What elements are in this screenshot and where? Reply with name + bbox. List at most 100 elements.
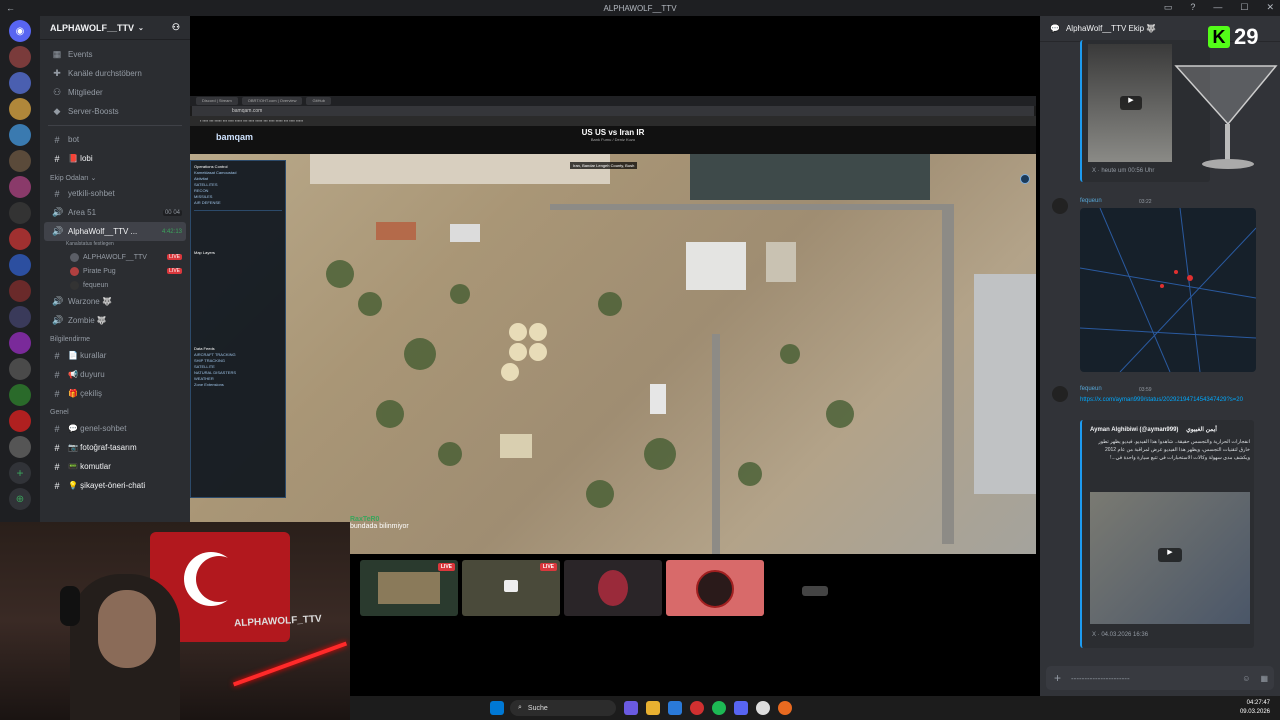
map-control-panel[interactable]: Operations Control Kameklasat Camoustad …: [190, 160, 286, 498]
map-zoom-icon[interactable]: [1020, 174, 1030, 184]
satellite-map[interactable]: Iran, Bandar Lengeh County, Bush: [190, 154, 1036, 554]
avatar: [70, 280, 79, 290]
channel-kurallar[interactable]: # 📄 kurallar: [40, 346, 190, 365]
voice-user[interactable]: Pirate Pug LIVE: [40, 264, 190, 278]
firefox-icon[interactable]: [778, 701, 792, 715]
server-icon[interactable]: [9, 72, 31, 94]
channel-cekilis[interactable]: # 🎁 çekiliş: [40, 384, 190, 403]
opera-icon[interactable]: [690, 701, 704, 715]
file-explorer-icon[interactable]: [646, 701, 660, 715]
server-icon[interactable]: [9, 176, 31, 198]
embed-image[interactable]: ▶: [1090, 492, 1250, 624]
spotify-icon[interactable]: [712, 701, 726, 715]
server-icon[interactable]: [9, 436, 31, 458]
sidebar-item-boosts[interactable]: ◆ Server-Boosts: [40, 102, 190, 121]
taskbar-clock[interactable]: 04:27:47 09.03.2026: [1240, 699, 1270, 717]
voice-channel-area-51[interactable]: 🔊 Area 51 00 04: [40, 203, 190, 222]
stream-view[interactable]: Discord | Stream OBRT/OHT.com | Overview…: [190, 96, 1036, 554]
channel-duyuru[interactable]: # 📢 duyuru: [40, 365, 190, 384]
map-hangars: [974, 274, 1036, 494]
map-building: [650, 384, 666, 414]
teams-icon[interactable]: [624, 701, 638, 715]
voice-channel-alphawolf[interactable]: 🔊 AlphaWolf__TTV ... 4:42:13: [44, 222, 186, 241]
category-genel[interactable]: Genel: [40, 403, 190, 419]
help-icon[interactable]: ?: [1190, 2, 1195, 13]
hash-icon: #: [54, 442, 60, 453]
category-ekip-odalari[interactable]: Ekip Odaları ⌄: [40, 168, 190, 184]
stream-preview-tile[interactable]: LIVE: [462, 560, 560, 616]
channel-komutlar[interactable]: # 📟 komutlar: [40, 457, 190, 476]
channel-sikayet-oneri[interactable]: # 💡 şikayet-öneri-chati: [40, 476, 190, 495]
server-icon[interactable]: [9, 46, 31, 68]
channel-lobi[interactable]: # 📕 lobi: [40, 149, 190, 168]
server-icon[interactable]: [9, 280, 31, 302]
server-icon[interactable]: [9, 358, 31, 380]
chrome-icon[interactable]: [756, 701, 770, 715]
store-icon[interactable]: [668, 701, 682, 715]
sidebar-item-events[interactable]: ▦ Events: [40, 45, 190, 64]
category-bilgilendirme[interactable]: Bilgilendirme: [40, 330, 190, 346]
hash-icon: #: [54, 350, 60, 361]
map-screenshot-image[interactable]: [1079, 207, 1257, 373]
sidebar-item-browse[interactable]: ✚ Kanäle durchstöbern: [40, 64, 190, 83]
channel-genel-sohbet[interactable]: # 💬 genel-sohbet: [40, 419, 190, 438]
windows-start-icon[interactable]: [490, 701, 504, 715]
add-member-icon[interactable]: ⚇: [172, 22, 180, 33]
sidebar-item-members[interactable]: ⚇ Mitglieder: [40, 83, 190, 102]
server-icon[interactable]: [9, 124, 31, 146]
browser-tab[interactable]: OBRT/OHT.com | Overview: [241, 97, 303, 105]
stream-preview-tile[interactable]: [768, 560, 866, 616]
server-icon[interactable]: [9, 306, 31, 328]
emoji-icon[interactable]: ☺: [1242, 674, 1250, 683]
minimize-icon[interactable]: —: [1213, 2, 1222, 13]
apps-icon[interactable]: ▦: [1260, 674, 1268, 683]
message-author[interactable]: fequeun: [1080, 198, 1102, 204]
discord-home-icon[interactable]: ◉: [9, 20, 31, 42]
server-icon[interactable]: [9, 332, 31, 354]
avatar[interactable]: [1052, 386, 1068, 402]
stream-preview-tile[interactable]: [666, 560, 764, 616]
stream-preview-tile[interactable]: LIVE: [360, 560, 458, 616]
message-link[interactable]: https://x.com/ayman999/status/2029219471…: [1080, 396, 1260, 405]
martini-glass-overlay: [1174, 65, 1278, 169]
embed-author[interactable]: Ayman Alghibiwi (@ayman999) أيمن الغبيوي: [1090, 426, 1217, 433]
browser-tab[interactable]: Discord | Stream: [196, 97, 238, 105]
voice-user[interactable]: fequeun: [40, 278, 190, 292]
channel-yetkili-sohbet[interactable]: # yetkili-sohbet: [40, 184, 190, 203]
explore-icon[interactable]: ⊕: [9, 488, 31, 510]
composer-placeholder[interactable]: ----------------------: [1071, 674, 1130, 683]
close-icon[interactable]: ✕: [1266, 2, 1274, 13]
server-icon[interactable]: [9, 254, 31, 276]
browser-url-bar[interactable]: bamqam.com: [192, 106, 1034, 116]
taskbar-search[interactable]: ⌕ Suche: [510, 700, 616, 716]
channel-fotograf-tasarim[interactable]: # 📷 fotoğraf-tasarım: [40, 438, 190, 457]
message-author[interactable]: fequeun: [1080, 386, 1102, 392]
play-icon[interactable]: ▶: [1158, 548, 1182, 562]
message-composer[interactable]: + ---------------------- ☺ ▦: [1046, 666, 1274, 690]
server-icon[interactable]: [9, 202, 31, 224]
voice-channel-warzone[interactable]: 🔊 Warzone 🐺: [40, 292, 190, 311]
play-icon[interactable]: ▶: [1120, 96, 1142, 110]
voice-user[interactable]: ALPHAWOLF__TTV LIVE: [40, 250, 190, 264]
channel-status[interactable]: Kanalstatus festlegen: [40, 241, 190, 250]
server-icon[interactable]: [9, 150, 31, 172]
maximize-icon[interactable]: ☐: [1240, 2, 1248, 13]
avatar[interactable]: [1052, 198, 1068, 214]
voice-channel-zombie[interactable]: 🔊 Zombie 🐺: [40, 311, 190, 330]
channel-bot[interactable]: # bot: [40, 130, 190, 149]
browser-tab[interactable]: GitHub: [306, 97, 331, 105]
inbox-icon[interactable]: ▭: [1164, 2, 1173, 13]
add-attachment-icon[interactable]: +: [1054, 671, 1061, 685]
add-server-icon[interactable]: +: [9, 462, 31, 484]
server-icon[interactable]: [9, 410, 31, 432]
server-icon[interactable]: [9, 98, 31, 120]
guild-header[interactable]: ALPHAWOLF__TTV ⌄ ⚇: [40, 16, 190, 40]
server-icon[interactable]: [9, 384, 31, 406]
server-icon[interactable]: [9, 228, 31, 250]
stream-preview-tile[interactable]: [564, 560, 662, 616]
map-tank: [509, 343, 527, 361]
embed-video-thumbnail[interactable]: ▶: [1088, 44, 1172, 162]
map-tank: [529, 343, 547, 361]
discord-icon[interactable]: [734, 701, 748, 715]
tweet-embed[interactable]: Ayman Alghibiwi (@ayman999) أيمن الغبيوي…: [1080, 420, 1254, 648]
